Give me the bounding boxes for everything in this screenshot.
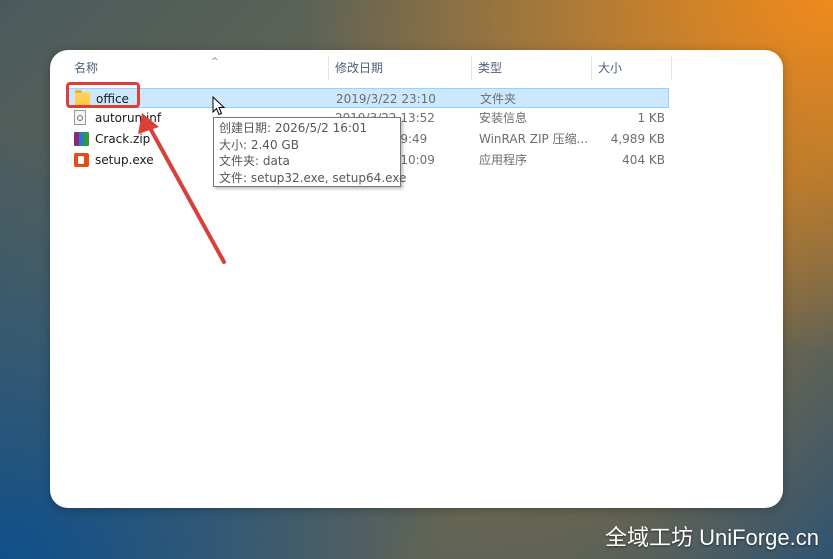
column-type-header[interactable]: 类型 <box>472 56 592 80</box>
file-size: 404 KB <box>622 153 665 167</box>
highlight-box <box>66 82 140 108</box>
sort-ascending-icon: ^ <box>211 57 219 67</box>
column-date-header[interactable]: 修改日期 <box>329 56 472 80</box>
file-size: 4,989 KB <box>610 132 665 146</box>
file-type: 文件夹 <box>480 92 517 106</box>
winrar-zip-icon <box>74 132 89 146</box>
column-header: 名称 ^ 修改日期 类型 大小 <box>50 56 783 80</box>
inf-file-icon <box>74 110 86 125</box>
tooltip-size: 大小: 2.40 GB <box>219 137 299 152</box>
column-name-label: 名称 <box>74 61 99 75</box>
column-date-label: 修改日期 <box>335 61 384 75</box>
tooltip-created: 创建日期: 2026/5/2 16:01 <box>219 121 368 135</box>
column-size-header[interactable]: 大小 <box>592 56 672 80</box>
mouse-cursor-icon <box>212 96 226 116</box>
file-name: setup.exe <box>95 153 154 167</box>
tooltip-files: 文件: setup32.exe, setup64.exe <box>219 170 407 185</box>
file-size: 1 KB <box>637 111 665 125</box>
file-date: 2019/3/22 23:10 <box>336 92 436 106</box>
watermark-text: 全域工坊 UniForge.cn <box>605 525 819 550</box>
column-name-header[interactable]: 名称 ^ <box>68 56 329 80</box>
file-name: Crack.zip <box>95 132 151 146</box>
file-explorer-window: 名称 ^ 修改日期 类型 大小 office 2019/3/22 23:10 文… <box>50 50 783 508</box>
file-type: WinRAR ZIP 压缩... <box>479 132 589 146</box>
file-type: 安装信息 <box>479 111 528 125</box>
tooltip-folders: 文件夹: data <box>219 154 290 168</box>
office-setup-icon <box>74 153 89 167</box>
column-type-label: 类型 <box>478 61 503 75</box>
file-type: 应用程序 <box>479 153 528 167</box>
file-name: autorun.inf <box>95 111 162 125</box>
column-size-label: 大小 <box>598 61 623 75</box>
folder-info-tooltip: 创建日期: 2026/5/2 16:01 大小: 2.40 GB 文件夹: da… <box>213 117 407 187</box>
file-row-office[interactable]: office 2019/3/22 23:10 文件夹 <box>68 88 669 108</box>
